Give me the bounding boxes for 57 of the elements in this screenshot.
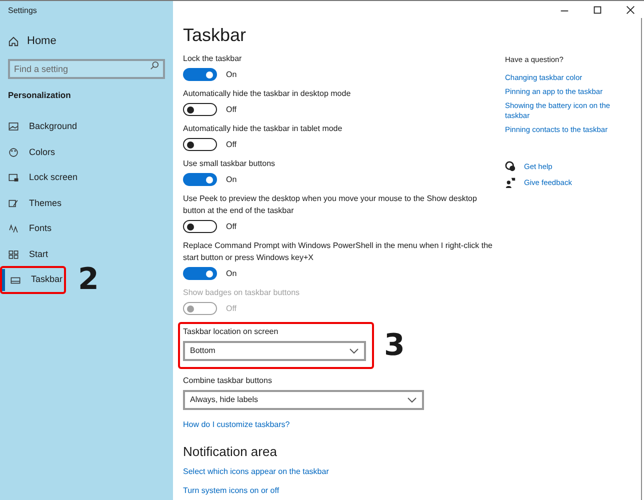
brush-icon	[8, 198, 19, 209]
dropdown[interactable]: Always, hide labels	[183, 390, 424, 410]
nav-item[interactable]: Fonts	[0, 218, 60, 240]
chevron-icon	[349, 348, 359, 354]
section-heading: Notification area	[183, 444, 278, 460]
chat-bubble-icon	[505, 160, 516, 172]
setting-label: Automatically hide the taskbar in tablet mode	[183, 123, 344, 135]
setting-label: Show badges on taskbar buttons	[183, 287, 301, 299]
chevron-icon	[407, 397, 417, 403]
nav-item[interactable]: Colors	[0, 141, 64, 164]
toggle-switch[interactable]	[183, 68, 217, 81]
toggle-state: On	[226, 268, 237, 280]
nav-item[interactable]: Background	[0, 116, 86, 138]
setting-label: Use small taskbar buttons	[183, 158, 276, 170]
nav-item[interactable]: Themes	[0, 192, 70, 214]
toggle-switch[interactable]	[183, 138, 217, 151]
toggle-state: Off	[226, 302, 237, 314]
setting-label: Lock the taskbar	[183, 53, 243, 65]
palette-icon	[8, 146, 19, 158]
setting-label: Taskbar location on screen	[183, 326, 280, 338]
toggle-switch[interactable]	[183, 103, 217, 116]
nav-item[interactable]: Lock screen	[0, 166, 86, 189]
dropdown[interactable]: Bottom	[183, 341, 366, 361]
grid-icon	[8, 248, 19, 260]
toggle-state: On	[226, 68, 237, 80]
picture-icon	[8, 121, 19, 132]
home-link[interactable]: Home	[27, 32, 56, 50]
toggle-state: On	[226, 174, 237, 186]
setting-label: Use Peek to preview the desktop when you move your mouse to the Show desktop button at the end of the taskbar	[183, 193, 478, 217]
page-title: Taskbar	[183, 24, 248, 47]
search-field[interactable]: Find a setting	[8, 59, 165, 79]
setting-label: Combine taskbar buttons	[183, 375, 273, 387]
callout-number: 2	[78, 265, 99, 295]
toggle-state: Off	[226, 104, 237, 116]
window-title: Settings	[8, 5, 38, 17]
search-icon	[150, 61, 159, 70]
toggle-state: Off	[226, 220, 237, 232]
person-icon	[505, 176, 516, 188]
close-icon[interactable]	[625, 4, 636, 15]
help-link[interactable]: Turn system icons on or off	[183, 485, 280, 497]
callout-number: 3	[384, 330, 405, 360]
toggle-switch[interactable]	[183, 173, 217, 186]
help-link[interactable]: Select which icons appear on the taskbar	[183, 466, 329, 478]
nav-item[interactable]: Taskbar	[2, 269, 71, 291]
setting-label: Automatically hide the taskbar in desktop mode	[183, 88, 352, 100]
maximize-icon[interactable]	[592, 4, 603, 15]
home-icon	[8, 36, 19, 46]
nav-item[interactable]: Start	[0, 243, 56, 266]
help-link[interactable]: How do I customize taskbars?	[183, 419, 290, 431]
toggle-switch[interactable]	[183, 267, 217, 280]
section-heading: Personalization	[8, 89, 72, 102]
letters-icon	[8, 223, 19, 234]
toggle-state: Off	[226, 138, 237, 150]
setting-label: Replace Command Prompt with Windows PowerShell in the menu when I right-click the start button or press Windows key+X	[183, 240, 493, 264]
toggle-switch[interactable]	[183, 220, 217, 233]
taskbar-icon	[10, 274, 21, 286]
monitor-icon	[8, 172, 19, 184]
